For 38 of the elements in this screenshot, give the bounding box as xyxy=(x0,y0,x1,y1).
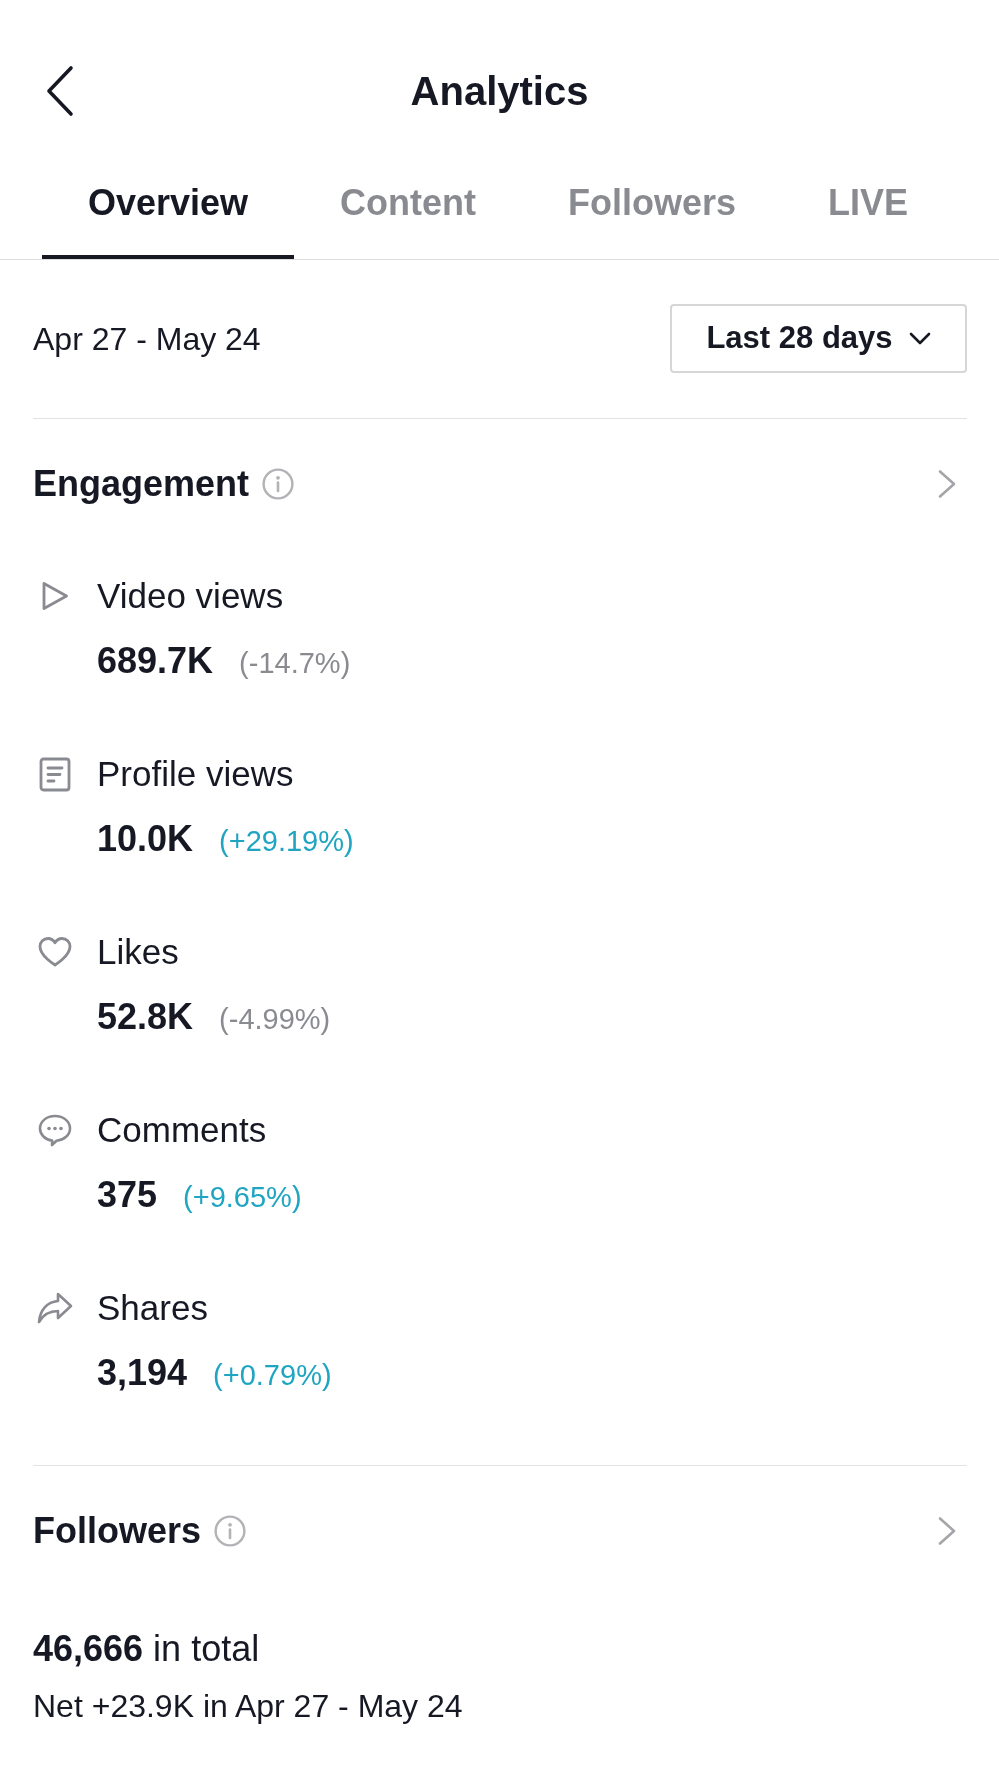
chevron-right-icon[interactable] xyxy=(937,469,957,499)
followers-net-change: Net +23.9K in Apr 27 - May 24 xyxy=(33,1688,463,1724)
metric-change: (-14.7%) xyxy=(239,646,351,681)
date-range-label: Apr 27 - May 24 xyxy=(33,319,261,359)
tab[interactable]: Followers xyxy=(522,150,783,259)
metric-change: (-4.99%) xyxy=(219,1002,331,1037)
metric-label: Profile views xyxy=(97,754,294,794)
followers-total: 46,666 in total xyxy=(33,1627,260,1671)
metric-value: 52.8K xyxy=(97,997,194,1037)
page-title: Analytics xyxy=(410,68,589,115)
metric-change: (+9.65%) xyxy=(183,1180,302,1215)
info-icon[interactable] xyxy=(262,468,295,500)
heart-icon xyxy=(37,936,73,968)
metric-change: (+29.19%) xyxy=(219,824,354,859)
tab[interactable]: Content xyxy=(294,150,523,259)
chevron-down-icon xyxy=(908,332,931,345)
metric-label: Likes xyxy=(97,932,179,972)
section-title: Followers xyxy=(33,1509,202,1553)
metric-label: Comments xyxy=(97,1110,267,1150)
metric-value: 3,194 xyxy=(97,1353,188,1393)
chevron-left-icon xyxy=(44,65,76,117)
metric-change: (+0.79%) xyxy=(213,1358,332,1393)
chevron-right-icon[interactable] xyxy=(937,1516,957,1546)
metric-value: 689.7K xyxy=(97,641,214,681)
metric-value: 375 xyxy=(97,1175,158,1215)
metric-label: Shares xyxy=(97,1288,208,1328)
tab[interactable]: LIVE xyxy=(782,150,955,259)
period-dropdown[interactable]: Last 28 days xyxy=(670,304,967,373)
speech-bubble-icon xyxy=(37,1112,73,1148)
tab[interactable]: Overview xyxy=(42,150,295,259)
section-title: Engagement xyxy=(33,462,250,506)
document-icon xyxy=(39,756,71,792)
metric-value: 10.0K xyxy=(97,819,194,859)
info-icon[interactable] xyxy=(214,1515,247,1547)
metric-label: Video views xyxy=(97,576,284,616)
back-button[interactable] xyxy=(44,65,76,117)
play-icon xyxy=(40,580,70,612)
share-arrow-icon xyxy=(36,1291,74,1325)
